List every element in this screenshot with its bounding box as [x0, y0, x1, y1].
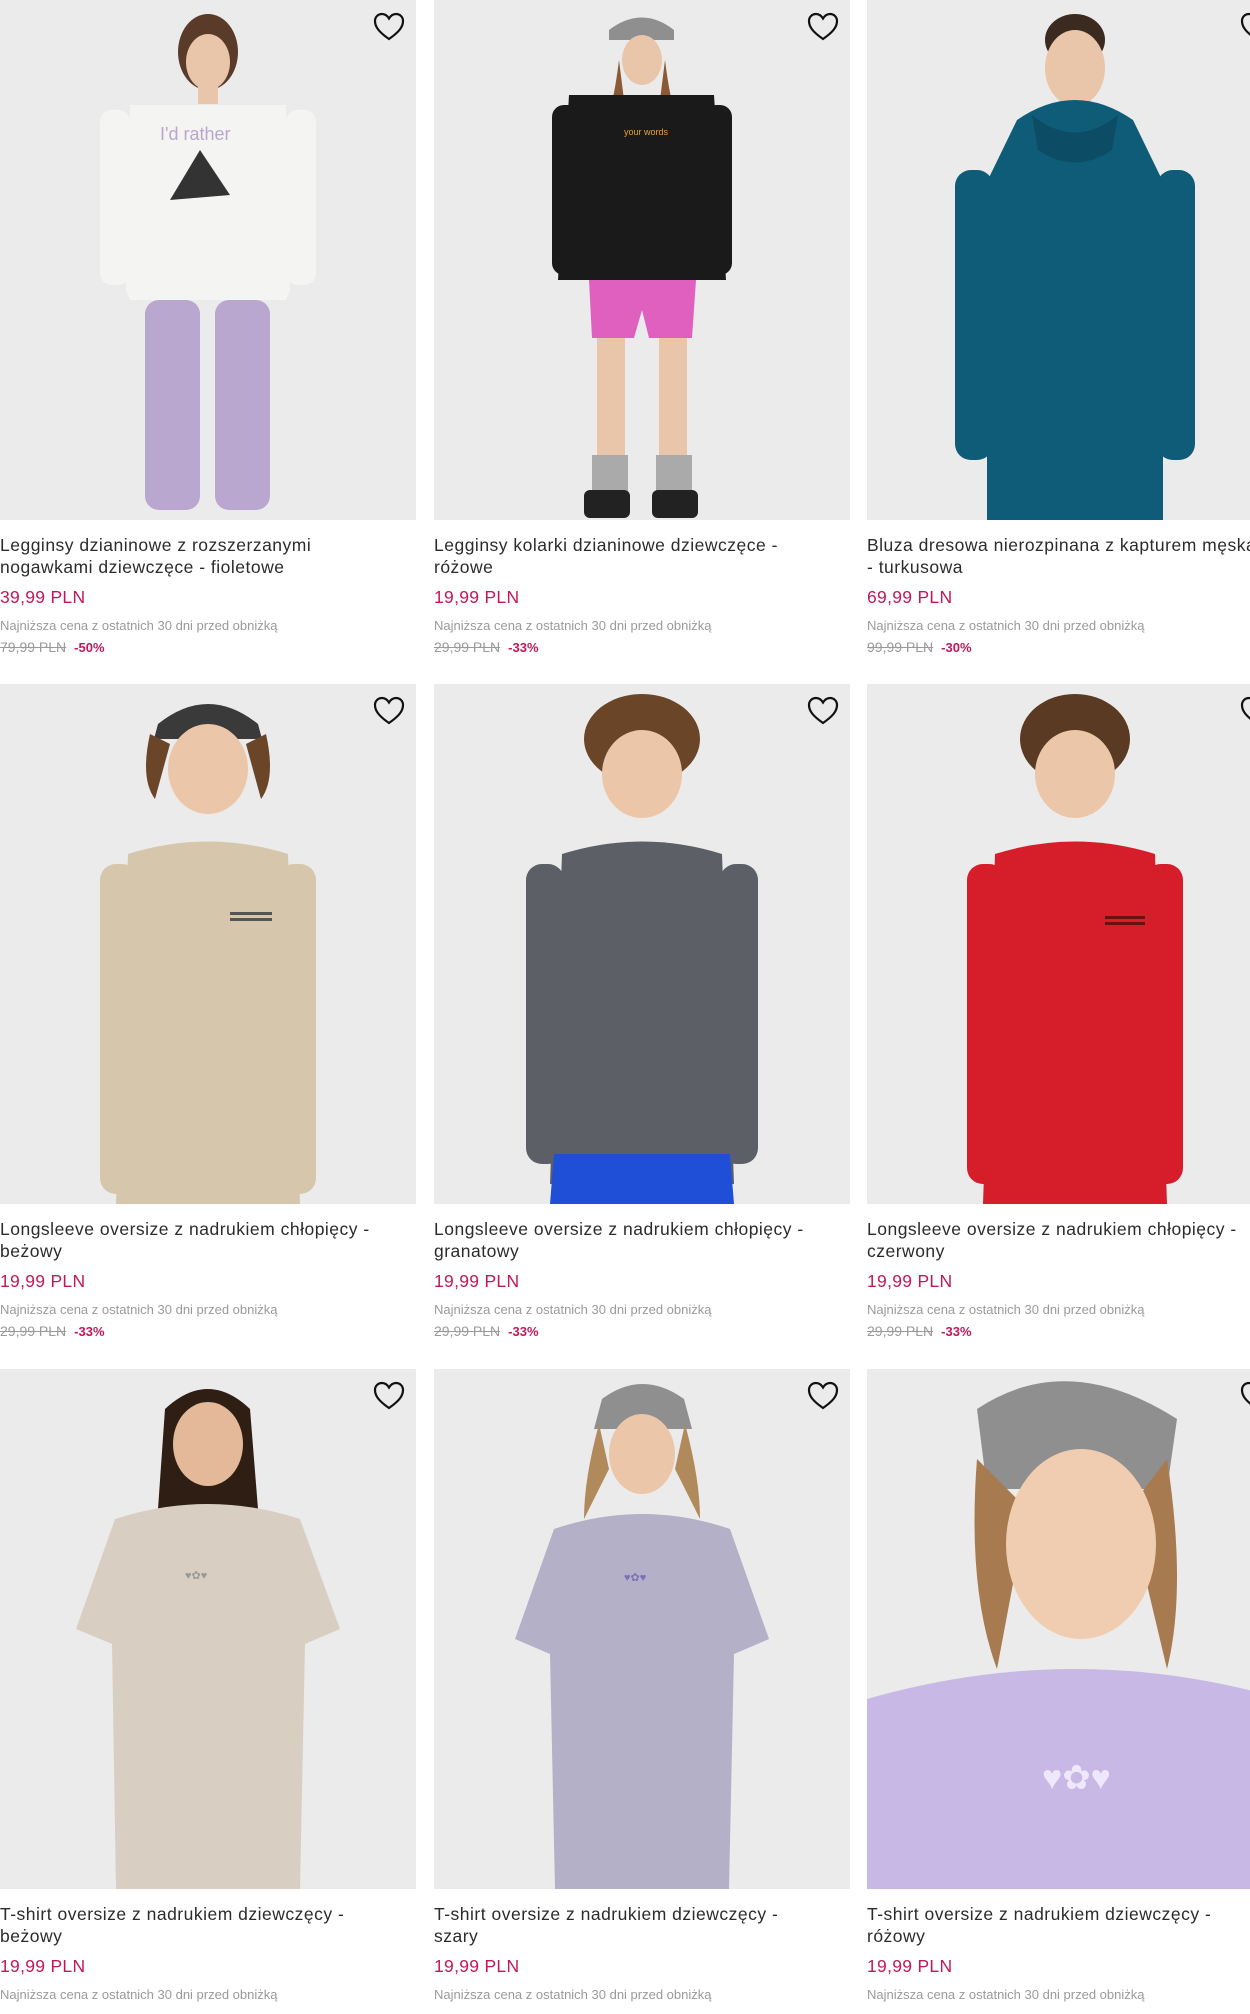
product-price: 39,99 PLN [0, 587, 86, 607]
lowest-price-label: Najniższa cena z ostatnich 30 dni przed … [0, 618, 278, 633]
heart-outline-icon [807, 12, 839, 41]
product-price: 69,99 PLN [867, 587, 953, 607]
wishlist-button[interactable] [1239, 694, 1250, 728]
product-photo [434, 684, 850, 1204]
product-card[interactable]: ♥✿♥ T-shirt oversize z nadrukiem dziewcz… [434, 1369, 850, 2003]
discount-badge: -33% [508, 1324, 539, 1339]
product-photo [867, 0, 1250, 520]
wishlist-button[interactable] [806, 10, 840, 44]
product-image[interactable]: ♥✿♥ [0, 1369, 416, 1889]
product-image[interactable]: ♥✿♥ [867, 1369, 1250, 1889]
product-card[interactable]: ♥✿♥ T-shirt oversize z nadrukiem dziewcz… [0, 1369, 416, 2003]
heart-outline-icon [807, 1381, 839, 1410]
lowest-price-label: Najniższa cena z ostatnich 30 dni przed … [434, 1987, 712, 2002]
product-image[interactable] [0, 684, 416, 1204]
product-price: 19,99 PLN [867, 1271, 953, 1291]
wishlist-button[interactable] [372, 1379, 406, 1413]
product-image[interactable] [434, 684, 850, 1204]
lowest-price-label: Najniższa cena z ostatnich 30 dni przed … [867, 618, 1145, 633]
product-price: 19,99 PLN [434, 587, 520, 607]
product-photo: I'd rather [0, 0, 416, 520]
heart-outline-icon [1240, 696, 1250, 720]
svg-text:♥✿♥: ♥✿♥ [1042, 1759, 1111, 1797]
discount-badge: -33% [941, 1324, 972, 1339]
product-name[interactable]: Longsleeve oversize z nadrukiem chłopięc… [0, 1219, 416, 1262]
discount-badge: -33% [508, 640, 539, 655]
product-image[interactable] [867, 0, 1250, 520]
discount-badge: -50% [74, 640, 105, 655]
wishlist-button[interactable] [806, 694, 840, 728]
lowest-price-label: Najniższa cena z ostatnich 30 dni przed … [434, 1302, 712, 1317]
product-card[interactable]: Bluza dresowa nierozpinana z kapturem mę… [867, 0, 1250, 657]
heart-outline-icon [373, 696, 405, 725]
old-price-row: 29,99 PLN -33% [434, 1323, 850, 1341]
lowest-price-label: Najniższa cena z ostatnich 30 dni przed … [434, 618, 712, 633]
old-price-row: 99,99 PLN -30% [867, 639, 1250, 657]
product-photo [867, 684, 1250, 1204]
heart-outline-icon [807, 696, 839, 725]
svg-text:I'd rather: I'd rather [160, 124, 230, 144]
product-name[interactable]: T-shirt oversize z nadrukiem dziewczęcy … [867, 1904, 1250, 1947]
old-price: 29,99 PLN [867, 1323, 934, 1339]
wishlist-button[interactable] [372, 10, 406, 44]
product-name[interactable]: Legginsy kolarki dzianinowe dziewczęce -… [434, 535, 850, 578]
product-price: 19,99 PLN [0, 1956, 86, 1976]
old-price: 29,99 PLN [434, 1323, 501, 1339]
product-price: 19,99 PLN [0, 1271, 86, 1291]
product-card[interactable]: your words Legginsy kolarki dzianinowe d… [434, 0, 850, 657]
wishlist-button[interactable] [1239, 10, 1250, 44]
product-photo [0, 684, 416, 1204]
old-price: 99,99 PLN [867, 639, 934, 655]
product-card[interactable]: ♥✿♥ T-shirt oversize z nadrukiem dziewcz… [867, 1369, 1250, 2003]
product-name[interactable]: Bluza dresowa nierozpinana z kapturem mę… [867, 535, 1250, 578]
heart-outline-icon [373, 12, 405, 41]
product-photo: ♥✿♥ [434, 1369, 850, 1889]
heart-outline-icon [1240, 1381, 1250, 1405]
heart-outline-icon [1240, 12, 1250, 36]
wishlist-button[interactable] [372, 694, 406, 728]
old-price: 79,99 PLN [0, 639, 67, 655]
product-name[interactable]: Legginsy dzianinowe z rozszerzanymi noga… [0, 535, 416, 578]
product-price: 19,99 PLN [434, 1956, 520, 1976]
product-image[interactable]: ♥✿♥ [434, 1369, 850, 1889]
old-price: 29,99 PLN [0, 1323, 67, 1339]
lowest-price-label: Najniższa cena z ostatnich 30 dni przed … [0, 1987, 278, 2002]
old-price-row: 79,99 PLN -50% [0, 639, 416, 657]
product-card[interactable]: Longsleeve oversize z nadrukiem chłopięc… [434, 684, 850, 1341]
product-name[interactable]: T-shirt oversize z nadrukiem dziewczęcy … [434, 1904, 850, 1947]
product-image[interactable]: I'd rather [0, 0, 416, 520]
discount-badge: -33% [74, 1324, 105, 1339]
old-price-row: 29,99 PLN -33% [0, 1323, 416, 1341]
product-photo: ♥✿♥ [0, 1369, 416, 1889]
lowest-price-label: Najniższa cena z ostatnich 30 dni przed … [867, 1302, 1145, 1317]
product-card[interactable]: Longsleeve oversize z nadrukiem chłopięc… [0, 684, 416, 1341]
product-name[interactable]: T-shirt oversize z nadrukiem dziewczęcy … [0, 1904, 416, 1947]
product-card[interactable]: Longsleeve oversize z nadrukiem chłopięc… [867, 684, 1250, 1341]
product-photo: ♥✿♥ [867, 1369, 1250, 1889]
svg-text:♥✿♥: ♥✿♥ [624, 1572, 646, 1584]
product-photo: your words [434, 0, 850, 520]
old-price-row: 29,99 PLN -33% [434, 639, 850, 657]
product-grid: I'd rather Legginsy dzianinowe z rozszer… [0, 0, 1250, 2014]
product-card[interactable]: I'd rather Legginsy dzianinowe z rozszer… [0, 0, 416, 657]
product-image[interactable] [867, 684, 1250, 1204]
old-price: 29,99 PLN [434, 639, 501, 655]
product-name[interactable]: Longsleeve oversize z nadrukiem chłopięc… [867, 1219, 1250, 1262]
heart-outline-icon [373, 1381, 405, 1410]
wishlist-button[interactable] [806, 1379, 840, 1413]
old-price-row: 29,99 PLN -33% [867, 1323, 1250, 1341]
lowest-price-label: Najniższa cena z ostatnich 30 dni przed … [867, 1987, 1145, 2002]
svg-text:your words: your words [624, 127, 669, 137]
wishlist-button[interactable] [1239, 1379, 1250, 1413]
product-image[interactable]: your words [434, 0, 850, 520]
product-name[interactable]: Longsleeve oversize z nadrukiem chłopięc… [434, 1219, 850, 1262]
lowest-price-label: Najniższa cena z ostatnich 30 dni przed … [0, 1302, 278, 1317]
product-price: 19,99 PLN [434, 1271, 520, 1291]
discount-badge: -30% [941, 640, 972, 655]
svg-text:♥✿♥: ♥✿♥ [185, 1570, 207, 1582]
product-price: 19,99 PLN [867, 1956, 953, 1976]
